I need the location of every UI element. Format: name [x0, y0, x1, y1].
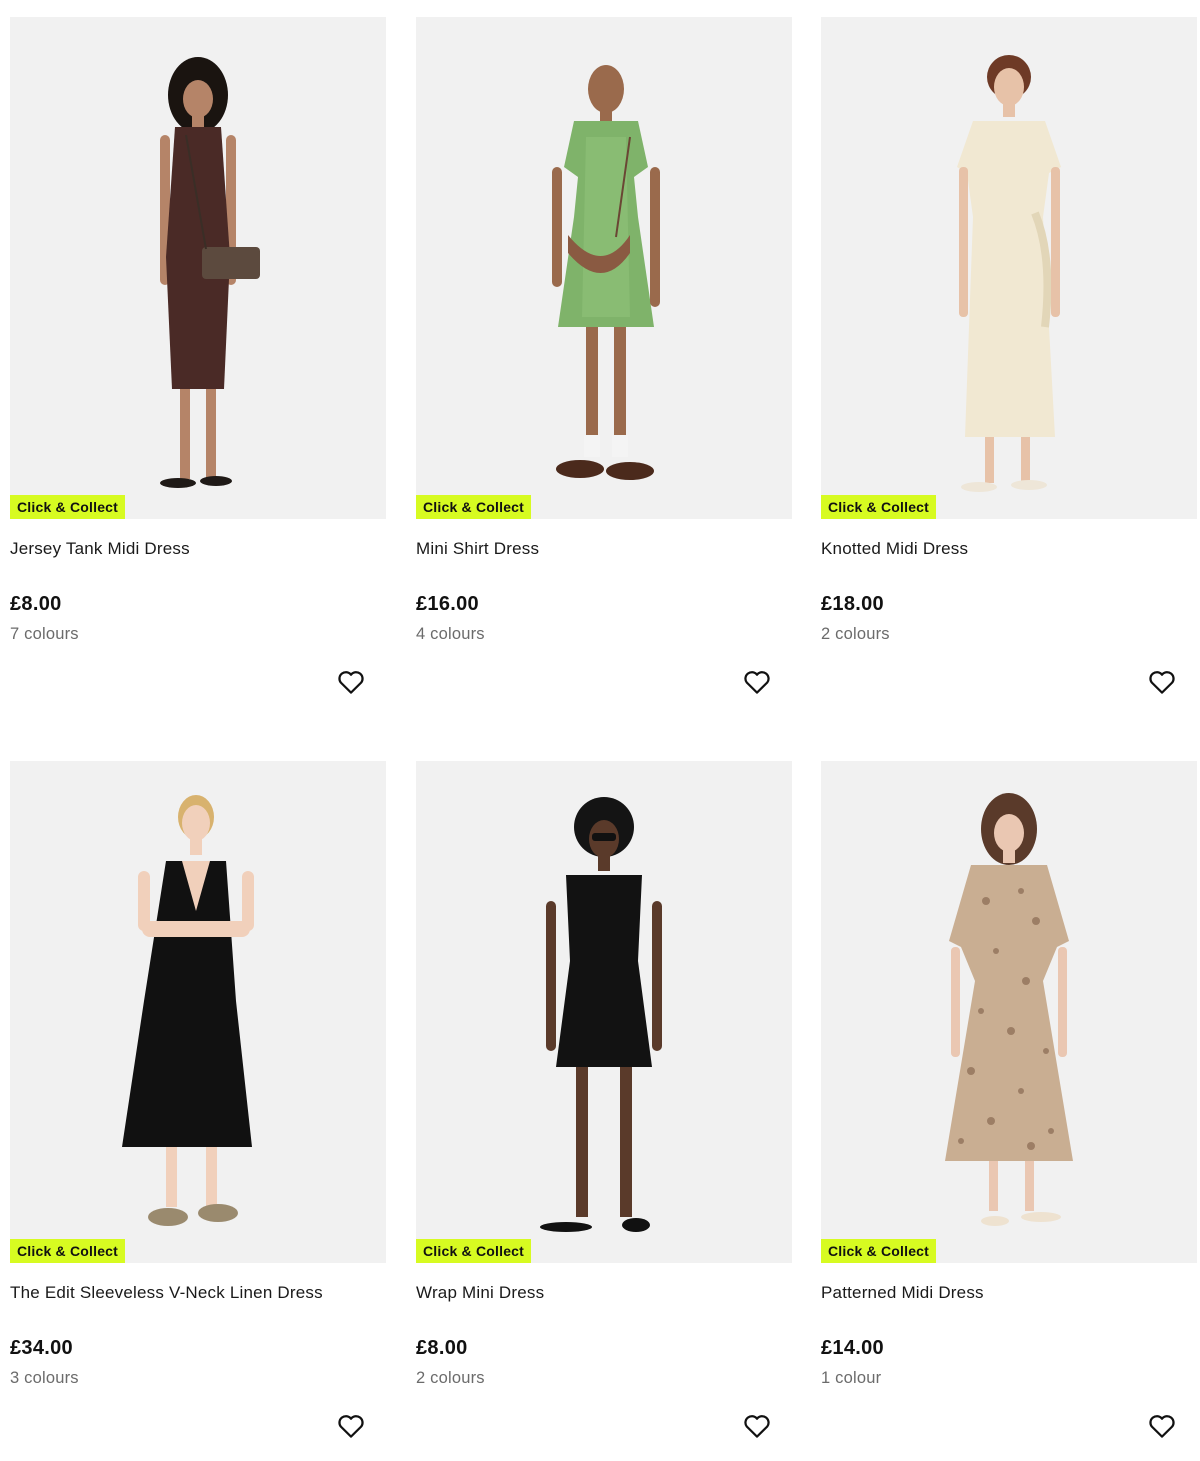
product-image[interactable]: Click & Collect [821, 761, 1197, 1263]
heart-outline-icon [744, 1415, 770, 1438]
wishlist-button[interactable] [336, 667, 366, 697]
product-name[interactable]: Patterned Midi Dress [821, 1283, 984, 1303]
product-card[interactable]: Click & Collect Wrap Mini Dress £8.00 2 … [416, 761, 792, 1461]
product-card[interactable]: Click & Collect Mini Shirt Dress £16.00 … [416, 17, 792, 717]
click-collect-badge: Click & Collect [10, 1239, 126, 1263]
product-card[interactable]: Click & Collect Patterned Midi Dress £14… [821, 761, 1197, 1461]
product-colours: 7 colours [10, 625, 79, 643]
product-name[interactable]: Jersey Tank Midi Dress [10, 539, 190, 559]
heart-outline-icon [338, 671, 364, 694]
product-colours: 1 colour [821, 1369, 882, 1387]
wishlist-button[interactable] [1147, 1411, 1177, 1441]
heart-outline-icon [1149, 1415, 1175, 1438]
product-price: £34.00 [10, 1337, 73, 1359]
click-collect-badge: Click & Collect [416, 1239, 532, 1263]
product-price: £18.00 [821, 593, 884, 615]
product-card[interactable]: Click & Collect Jersey Tank Midi Dress £… [10, 17, 386, 717]
model-illustration [10, 761, 386, 1263]
wishlist-button[interactable] [336, 1411, 366, 1441]
product-card[interactable]: Click & Collect Knotted Midi Dress £18.0… [821, 17, 1197, 717]
product-image[interactable]: Click & Collect [10, 17, 386, 519]
product-card[interactable]: Click & Collect The Edit Sleeveless V-Ne… [10, 761, 386, 1461]
click-collect-badge: Click & Collect [10, 495, 126, 519]
heart-outline-icon [338, 1415, 364, 1438]
click-collect-badge: Click & Collect [416, 495, 532, 519]
model-illustration [821, 761, 1197, 1263]
product-image[interactable]: Click & Collect [416, 17, 792, 519]
product-name[interactable]: Wrap Mini Dress [416, 1283, 544, 1303]
model-illustration [416, 17, 792, 519]
product-price: £16.00 [416, 593, 479, 615]
wishlist-button[interactable] [742, 1411, 772, 1441]
wishlist-button[interactable] [1147, 667, 1177, 697]
product-price: £14.00 [821, 1337, 884, 1359]
product-image[interactable]: Click & Collect [10, 761, 386, 1263]
product-name[interactable]: Knotted Midi Dress [821, 539, 968, 559]
product-colours: 4 colours [416, 625, 485, 643]
product-name[interactable]: The Edit Sleeveless V-Neck Linen Dress [10, 1283, 323, 1303]
model-illustration [821, 17, 1197, 519]
product-price: £8.00 [416, 1337, 468, 1359]
model-illustration [416, 761, 792, 1263]
product-grid: Click & Collect Jersey Tank Midi Dress £… [0, 0, 1200, 1444]
model-illustration [10, 17, 386, 519]
product-price: £8.00 [10, 593, 62, 615]
product-colours: 2 colours [821, 625, 890, 643]
wishlist-button[interactable] [742, 667, 772, 697]
click-collect-badge: Click & Collect [821, 1239, 937, 1263]
product-colours: 3 colours [10, 1369, 79, 1387]
product-image[interactable]: Click & Collect [416, 761, 792, 1263]
heart-outline-icon [744, 671, 770, 694]
product-name[interactable]: Mini Shirt Dress [416, 539, 539, 559]
click-collect-badge: Click & Collect [821, 495, 937, 519]
product-image[interactable]: Click & Collect [821, 17, 1197, 519]
heart-outline-icon [1149, 671, 1175, 694]
product-colours: 2 colours [416, 1369, 485, 1387]
